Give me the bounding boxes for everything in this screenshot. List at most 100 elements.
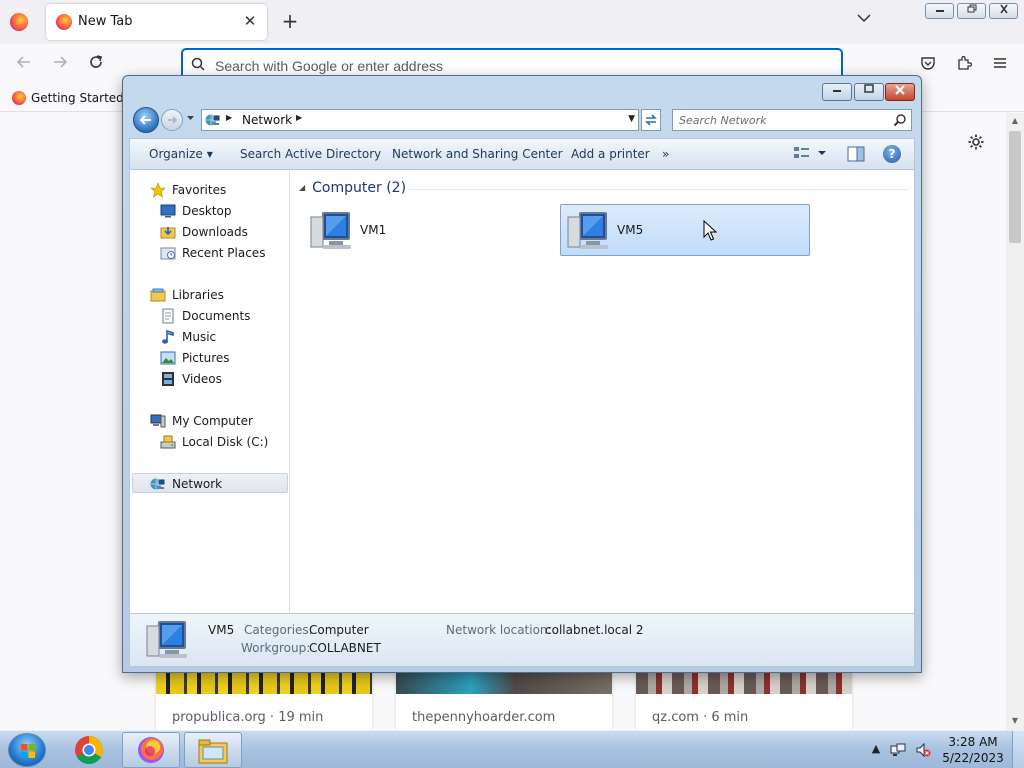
nav-music[interactable]: Music [160,327,280,347]
taskbar-explorer[interactable] [184,732,242,768]
network-sharing-center-button[interactable]: Network and Sharing Center [392,147,563,161]
show-hidden-icons-icon[interactable]: ▲ [868,742,884,758]
nav-favorites[interactable]: Favorites [150,180,280,200]
explorer-search-box[interactable] [672,109,912,131]
content-pane: ◢ Computer (2) VM1 VM5 [291,170,915,613]
bookmark-label: Getting Started [31,91,124,105]
details-categories-label: Categories: [244,623,313,637]
story-thumbnail [156,672,372,694]
network-computer-icon [146,621,187,658]
network-computer-vm5[interactable]: VM5 [560,204,810,256]
tab-title: New Tab [78,14,133,29]
system-clock[interactable]: 3:28 AM 5/22/2023 [942,734,1004,766]
change-view-icon[interactable] [793,146,829,164]
show-desktop-button[interactable] [1012,731,1024,768]
hamburger-menu-icon[interactable] [990,55,1010,75]
nav-label: Documents [182,309,251,323]
address-dropdown-icon[interactable]: ▼ [628,114,635,124]
nav-videos[interactable]: Videos [160,369,280,389]
search-icon [191,57,205,71]
preview-pane-icon[interactable] [847,146,865,164]
computer-name: VM5 [617,223,644,237]
bookmark-getting-started[interactable]: Getting Started [12,91,124,109]
new-tab-button[interactable]: + [280,10,300,32]
nav-local-disk[interactable]: Local Disk (C:) [160,432,285,452]
network-tray-icon[interactable] [890,742,906,758]
breadcrumb-network[interactable]: Network [242,113,292,127]
organize-button[interactable]: Organize ▼ [149,147,213,161]
story-thumbnail [636,672,852,694]
list-all-tabs-icon[interactable] [855,12,873,30]
taskbar-firefox[interactable] [122,732,180,768]
details-pane: VM5 Categories: Computer Workgroup: COLL… [129,613,915,667]
extensions-icon[interactable] [954,55,974,75]
page-scrollbar[interactable]: ▲ ▼ [1006,113,1024,730]
story-card[interactable]: thepennyhoarder.com [396,672,612,730]
search-icon[interactable] [893,113,907,127]
local-disk-icon [160,435,176,449]
explorer-minimize-button[interactable] [822,83,852,101]
explorer-address-bar[interactable]: ▶ Network ▶ ▼ [201,109,639,131]
explorer-forward-button[interactable] [161,109,183,131]
explorer-refresh-button[interactable] [641,109,661,131]
explorer-close-button[interactable] [885,83,915,101]
volume-muted-icon[interactable] [915,742,931,758]
explorer-search-input[interactable] [679,113,884,128]
breadcrumb-arrow-icon[interactable]: ▶ [226,113,232,122]
add-printer-button[interactable]: Add a printer [571,147,650,161]
collapse-triangle-icon[interactable]: ◢ [299,183,305,192]
details-name: VM5 [208,623,235,637]
explorer-maximize-button[interactable] [854,83,884,101]
mouse-cursor-icon [703,220,717,241]
nav-label: Music [182,330,217,344]
desktop-icon [160,204,176,218]
recent-pages-chevron-icon[interactable] [186,114,196,123]
nav-libraries[interactable]: Libraries [150,285,280,305]
help-icon[interactable]: ? [883,145,901,163]
videos-filmstrip-icon [162,372,174,386]
network-computer-vm1[interactable]: VM1 [303,204,553,256]
group-header-computer[interactable]: ◢ Computer (2) [299,180,406,196]
minimize-button[interactable] [925,3,954,19]
scroll-up-icon[interactable]: ▲ [1010,116,1020,125]
recent-places-icon [160,247,176,260]
restore-button[interactable] [957,3,986,19]
nav-downloads[interactable]: Downloads [160,222,280,242]
nav-my-computer[interactable]: My Computer [150,411,280,431]
pocket-icon[interactable] [918,55,938,75]
scroll-down-icon[interactable]: ▼ [1010,716,1020,725]
taskbar-chrome[interactable] [60,732,118,768]
nav-network[interactable]: Network [132,473,288,493]
story-source: qz.com · 6 min [652,710,749,725]
tab-new-tab[interactable]: New Tab ✕ [46,4,267,40]
more-commands-button[interactable]: » [662,147,669,161]
scroll-thumb[interactable] [1009,131,1021,243]
firefox-favicon-icon [56,14,72,30]
nav-label: Favorites [172,183,227,197]
nav-label: Recent Places [182,246,266,260]
explorer-command-bar: Organize ▼ Search Active Directory Networ… [129,138,915,170]
breadcrumb-arrow-icon[interactable]: ▶ [296,113,302,122]
back-arrow-icon[interactable] [12,53,36,77]
nav-desktop[interactable]: Desktop [160,201,280,221]
reload-icon[interactable] [84,53,108,77]
downloads-folder-icon [160,227,176,239]
clock-time: 3:28 AM [948,735,998,749]
close-window-button[interactable] [989,3,1018,19]
nav-pictures[interactable]: Pictures [160,348,280,368]
story-thumbnail [396,672,612,694]
url-input[interactable] [215,56,815,76]
chevron-down-icon: ▼ [206,150,213,159]
story-card[interactable]: qz.com · 6 min [636,672,852,730]
nav-label: Pictures [182,351,230,365]
start-button[interactable] [8,733,46,767]
tab-close-icon[interactable]: ✕ [241,12,259,30]
nav-recent-places[interactable]: Recent Places [160,243,285,263]
search-active-directory-button[interactable]: Search Active Directory [240,147,381,161]
settings-gear-icon[interactable] [966,133,986,153]
nav-documents[interactable]: Documents [160,306,280,326]
story-card[interactable]: propublica.org · 19 min [156,672,372,730]
forward-arrow-icon[interactable] [48,53,72,77]
explorer-back-button[interactable] [133,107,159,133]
firefox-menu-icon[interactable] [10,13,28,31]
